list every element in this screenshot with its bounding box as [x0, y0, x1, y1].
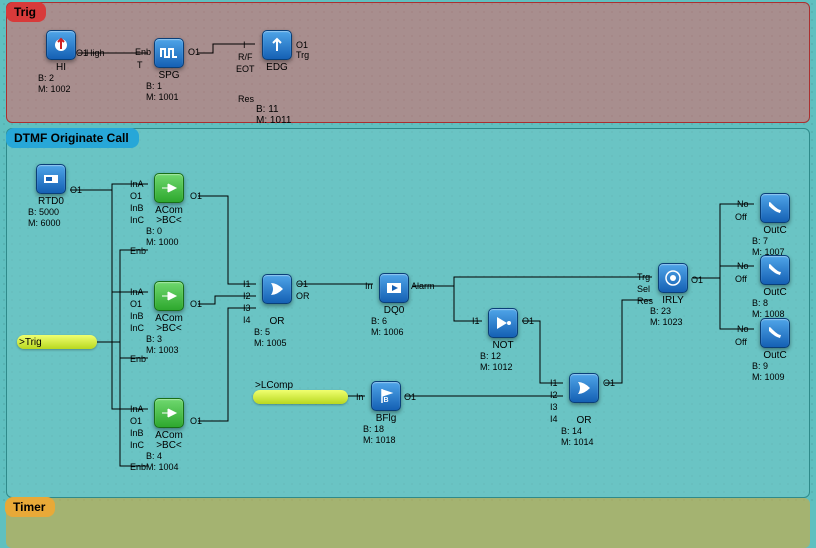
block-acom1[interactable]: ACom >BC< B: 0 M: 1000	[150, 173, 188, 248]
block-dq0[interactable]: DQ0 B: 6 M: 1006	[375, 273, 413, 338]
spg-icon	[154, 38, 184, 68]
block-title: EDG	[258, 62, 296, 73]
block-rtd0[interactable]: RTD0 B: 5000 M: 6000	[32, 164, 70, 229]
or-icon	[262, 274, 292, 304]
block-outc1[interactable]: OutC B: 7 M: 1007	[756, 193, 794, 258]
block-title: SPG	[150, 70, 188, 81]
dq-icon	[379, 273, 409, 303]
block-edg[interactable]: EDG	[258, 30, 296, 73]
stub-lcomp[interactable]	[253, 390, 348, 404]
not-icon	[488, 308, 518, 338]
port-trg: Trg	[296, 50, 309, 60]
section-trig: Trig	[6, 2, 810, 123]
port-eot: EOT	[236, 64, 255, 74]
phone-icon	[760, 193, 790, 223]
block-irly[interactable]: IRLY B: 23 M: 1023	[654, 263, 692, 328]
block-acom3[interactable]: ACom >BC< B: 4 M: 1004	[150, 398, 188, 473]
edg-icon	[262, 30, 292, 60]
block-outc3[interactable]: OutC B: 9 M: 1009	[756, 318, 794, 383]
port-enb: Enb	[135, 47, 151, 57]
block-or2[interactable]: OR B: 14 M: 1014	[565, 373, 603, 448]
acom-icon	[154, 173, 184, 203]
block-m: M: 6000	[28, 218, 70, 229]
hi-icon	[46, 30, 76, 60]
section-label-timer: Timer	[5, 497, 55, 517]
port-high: High	[86, 48, 105, 58]
block-m: M: 1002	[38, 84, 80, 95]
block-spg[interactable]: SPG B: 1 M: 1001	[150, 38, 188, 103]
stub-trig-label: >Trig	[19, 337, 42, 348]
phone-icon	[760, 255, 790, 285]
port-o1: O1	[188, 47, 200, 57]
block-bflg[interactable]: B BFlg B: 18 M: 1018	[367, 381, 405, 446]
port-rf: R/F	[238, 52, 253, 62]
section-label-trig: Trig	[6, 2, 46, 22]
bflg-icon: B	[371, 381, 401, 411]
port-res: Res	[238, 94, 254, 104]
port-o1: O1	[70, 185, 82, 195]
rtd-icon	[36, 164, 66, 194]
or-icon	[569, 373, 599, 403]
svg-text:B: B	[383, 397, 388, 404]
port-o1: O1	[296, 40, 308, 50]
irly-icon	[658, 263, 688, 293]
section-label-dtmf: DTMF Originate Call	[6, 128, 139, 148]
acom-icon	[154, 281, 184, 311]
block-outc2[interactable]: OutC B: 8 M: 1008	[756, 255, 794, 320]
acom-icon	[154, 398, 184, 428]
phone-icon	[760, 318, 790, 348]
block-b: B: 1	[146, 81, 188, 92]
block-not[interactable]: NOT B: 12 M: 1012	[484, 308, 522, 373]
block-b: B: 5000	[28, 207, 70, 218]
block-title: RTD0	[32, 196, 70, 207]
block-title: HI	[42, 62, 80, 73]
port-i: I	[243, 40, 246, 50]
block-or1[interactable]: OR B: 5 M: 1005	[258, 274, 296, 349]
block-acom2[interactable]: ACom >BC< B: 3 M: 1003	[150, 281, 188, 356]
edg-meta: B: 11 M: 1011	[256, 104, 291, 126]
block-hi[interactable]: HI B: 2 M: 1002	[42, 30, 80, 95]
port-t: T	[137, 60, 143, 70]
block-b: B: 2	[38, 73, 80, 84]
block-m: M: 1001	[146, 92, 188, 103]
